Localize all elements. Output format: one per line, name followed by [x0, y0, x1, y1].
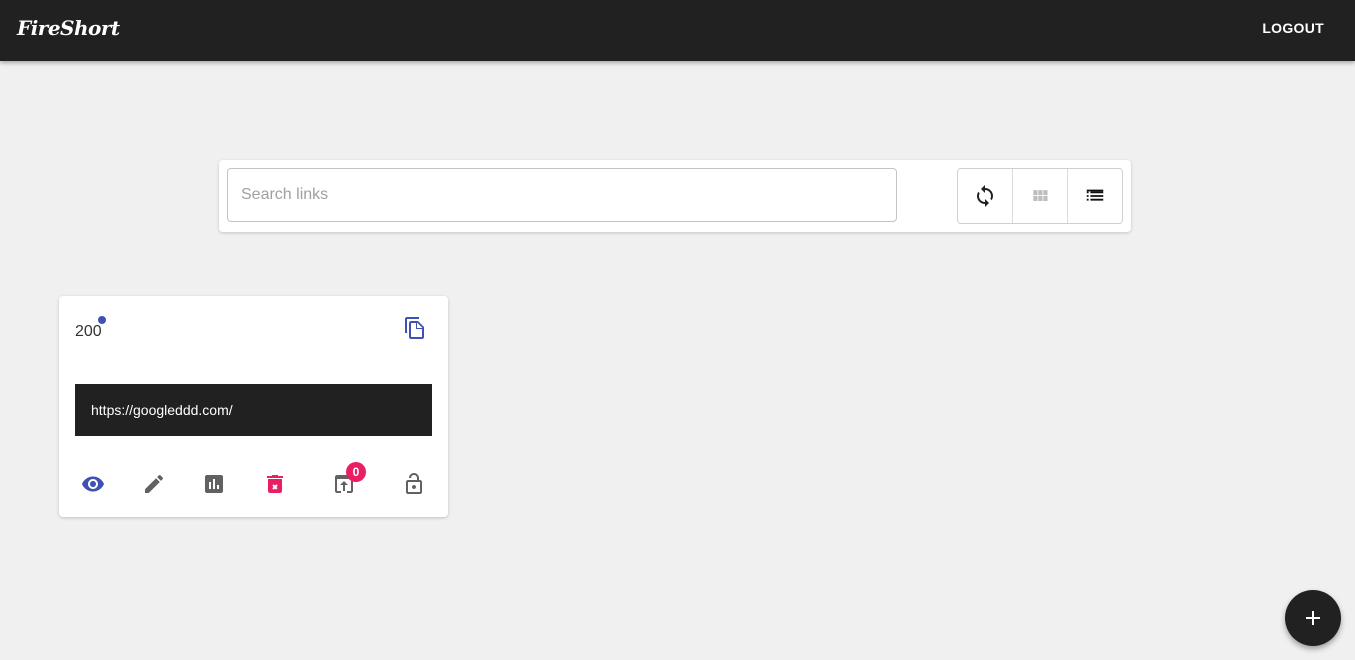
logout-button[interactable]: LOGOUT [1262, 20, 1324, 36]
edit-button[interactable] [142, 472, 166, 496]
view-toggle-group [957, 168, 1123, 224]
search-input[interactable] [227, 168, 897, 222]
app-logo[interactable]: FireShort [17, 16, 120, 40]
analytics-icon [205, 475, 223, 493]
search-toolbar [219, 160, 1131, 232]
hit-count: 200 [75, 323, 102, 340]
lock-button[interactable] [402, 472, 426, 496]
short-url-text: https://googleddd.com/ [91, 402, 233, 418]
grid-view-icon [1033, 190, 1048, 201]
visibility-badge: 0 [346, 462, 366, 482]
edit-icon [145, 474, 164, 493]
analytics-button[interactable] [202, 472, 226, 496]
list-view-button[interactable] [1068, 169, 1122, 223]
refresh-icon [977, 185, 993, 207]
link-card: 200 https://googleddd.com/ 0 [59, 296, 448, 517]
delete-icon [267, 475, 283, 493]
refresh-button[interactable] [958, 169, 1013, 223]
list-view-icon [1086, 189, 1104, 201]
delete-button[interactable] [263, 472, 287, 496]
add-link-button[interactable] [1285, 590, 1341, 646]
view-button[interactable] [81, 472, 105, 496]
copy-icon [405, 317, 424, 339]
copy-button[interactable] [403, 316, 427, 340]
short-url[interactable]: https://googleddd.com/ [75, 384, 432, 436]
lock-icon [406, 473, 422, 494]
app-bar: FireShort LOGOUT [0, 0, 1355, 61]
add-icon [1306, 611, 1320, 625]
status-dot [98, 316, 106, 324]
grid-view-button[interactable] [1013, 169, 1068, 223]
view-icon [82, 476, 104, 492]
